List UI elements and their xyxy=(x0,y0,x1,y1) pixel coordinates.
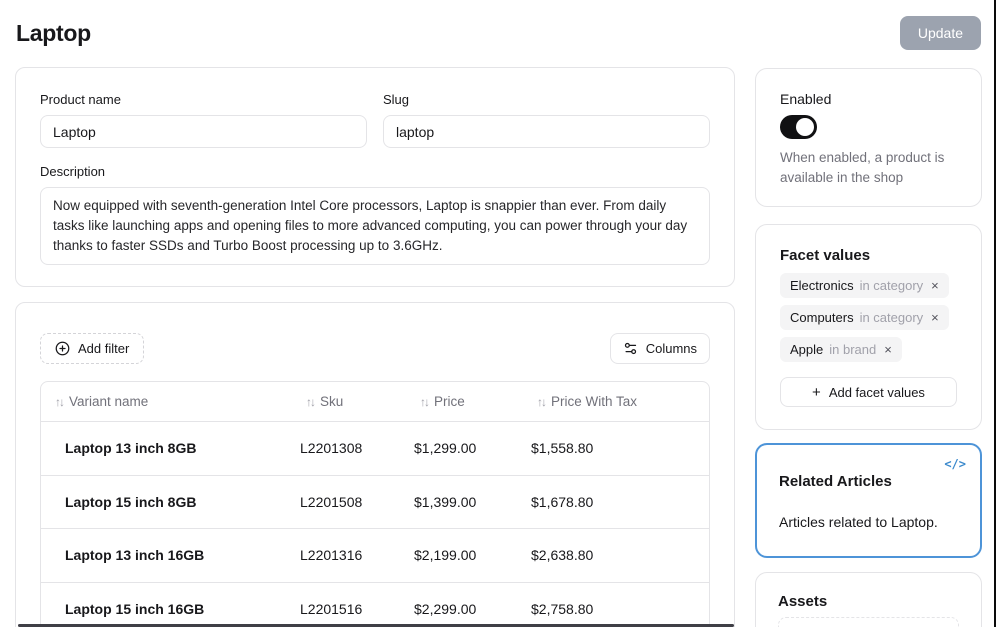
table-header-row: ↑↓ Variant name ↑↓ Sku ↑↓ Price ↑↓ Price… xyxy=(41,382,709,422)
enabled-title: Enabled xyxy=(780,91,957,107)
plus-icon: + xyxy=(812,384,821,401)
sort-icon: ↑↓ xyxy=(55,395,63,409)
slug-label: Slug xyxy=(383,92,710,107)
column-label: Price xyxy=(434,394,465,409)
column-header-price[interactable]: ↑↓ Price xyxy=(414,394,531,409)
name-slug-row: Product name Slug xyxy=(40,92,710,148)
add-facet-values-label: Add facet values xyxy=(829,385,925,400)
cell-sku: L2201316 xyxy=(300,547,414,563)
cell-price-with-tax: $2,758.80 xyxy=(531,601,709,617)
product-detail-page: Laptop Update Product name Slug Descript… xyxy=(0,0,1000,627)
facet-chip-facet: in category xyxy=(860,278,924,293)
description-field-group: Description Now equipped with seventh-ge… xyxy=(40,164,710,265)
page-header: Laptop Update xyxy=(16,14,981,52)
cell-price-with-tax: $2,638.80 xyxy=(531,547,709,563)
cell-price-with-tax: $1,558.80 xyxy=(531,440,709,456)
related-articles-title: Related Articles xyxy=(779,473,958,490)
update-button[interactable]: Update xyxy=(900,16,981,50)
columns-label: Columns xyxy=(646,341,697,356)
cell-variant-name: Laptop 15 inch 16GB xyxy=(41,601,300,617)
table-row[interactable]: Laptop 15 inch 8GB L2201508 $1,399.00 $1… xyxy=(41,476,709,530)
vertical-scrollbar[interactable] xyxy=(994,0,996,627)
column-label: Sku xyxy=(320,394,343,409)
description-editor[interactable]: Now equipped with seventh-generation Int… xyxy=(40,187,710,265)
product-name-input[interactable] xyxy=(40,115,367,148)
facet-chip: Computers in category × xyxy=(780,305,949,330)
enabled-toggle[interactable] xyxy=(780,115,817,139)
description-label: Description xyxy=(40,164,710,179)
enabled-description: When enabled, a product is available in … xyxy=(780,148,957,188)
product-form-card: Product name Slug Description Now equipp… xyxy=(15,67,735,287)
column-header-variant-name[interactable]: ↑↓ Variant name xyxy=(41,394,300,409)
column-settings-icon xyxy=(623,341,638,356)
facet-values-card: Facet values Electronics in category × C… xyxy=(755,224,982,430)
cell-price: $2,299.00 xyxy=(414,601,531,617)
slug-field-group: Slug xyxy=(383,92,710,148)
sort-icon: ↑↓ xyxy=(306,395,314,409)
product-name-field-group: Product name xyxy=(40,92,367,148)
column-label: Variant name xyxy=(69,394,148,409)
cell-sku: L2201516 xyxy=(300,601,414,617)
facet-chip-list: Electronics in category × Computers in c… xyxy=(780,273,957,362)
variants-card: Add filter Columns ↑↓ Variant name ↑↓ xyxy=(15,302,735,627)
related-articles-card: </> Related Articles Articles related to… xyxy=(755,443,982,558)
cell-price: $2,199.00 xyxy=(414,547,531,563)
columns-button[interactable]: Columns xyxy=(610,333,710,364)
cell-variant-name: Laptop 13 inch 16GB xyxy=(41,547,300,563)
facet-chip-facet: in brand xyxy=(829,342,876,357)
add-facet-values-button[interactable]: + Add facet values xyxy=(780,377,957,407)
plus-circle-icon xyxy=(55,341,70,356)
enabled-card: Enabled When enabled, a product is avail… xyxy=(755,68,982,207)
facet-chip-name: Electronics xyxy=(790,278,854,293)
sort-icon: ↑↓ xyxy=(537,395,545,409)
column-label: Price With Tax xyxy=(551,394,637,409)
slug-input[interactable] xyxy=(383,115,710,148)
assets-dropzone[interactable] xyxy=(778,617,959,627)
column-header-sku[interactable]: ↑↓ Sku xyxy=(300,394,414,409)
table-row[interactable]: Laptop 13 inch 16GB L2201316 $2,199.00 $… xyxy=(41,529,709,583)
cell-variant-name: Laptop 15 inch 8GB xyxy=(41,494,300,510)
page-title: Laptop xyxy=(16,20,91,47)
sort-icon: ↑↓ xyxy=(420,395,428,409)
variants-table: ↑↓ Variant name ↑↓ Sku ↑↓ Price ↑↓ Price… xyxy=(40,381,710,627)
remove-facet-icon[interactable]: × xyxy=(931,310,939,325)
cell-price-with-tax: $1,678.80 xyxy=(531,494,709,510)
assets-title: Assets xyxy=(778,593,959,611)
cell-sku: L2201508 xyxy=(300,494,414,510)
table-row[interactable]: Laptop 13 inch 8GB L2201308 $1,299.00 $1… xyxy=(41,422,709,476)
facet-chip-name: Apple xyxy=(790,342,823,357)
cell-variant-name: Laptop 13 inch 8GB xyxy=(41,440,300,456)
assets-card: Assets xyxy=(755,572,982,627)
toggle-knob xyxy=(796,118,814,136)
product-name-label: Product name xyxy=(40,92,367,107)
add-filter-label: Add filter xyxy=(78,341,129,356)
code-block-icon[interactable]: </> xyxy=(944,457,966,471)
column-header-price-with-tax[interactable]: ↑↓ Price With Tax xyxy=(531,394,709,409)
remove-facet-icon[interactable]: × xyxy=(931,278,939,293)
facet-chip-name: Computers xyxy=(790,310,854,325)
add-filter-button[interactable]: Add filter xyxy=(40,333,144,364)
facet-chip: Apple in brand × xyxy=(780,337,902,362)
variants-toolbar: Add filter Columns xyxy=(40,333,710,364)
cell-price: $1,299.00 xyxy=(414,440,531,456)
cell-price: $1,399.00 xyxy=(414,494,531,510)
facet-chip: Electronics in category × xyxy=(780,273,949,298)
remove-facet-icon[interactable]: × xyxy=(884,342,892,357)
table-row[interactable]: Laptop 15 inch 16GB L2201516 $2,299.00 $… xyxy=(41,583,709,627)
cell-sku: L2201308 xyxy=(300,440,414,456)
related-articles-description: Articles related to Laptop. xyxy=(779,514,958,530)
facet-chip-facet: in category xyxy=(860,310,924,325)
facet-values-title: Facet values xyxy=(780,247,957,265)
